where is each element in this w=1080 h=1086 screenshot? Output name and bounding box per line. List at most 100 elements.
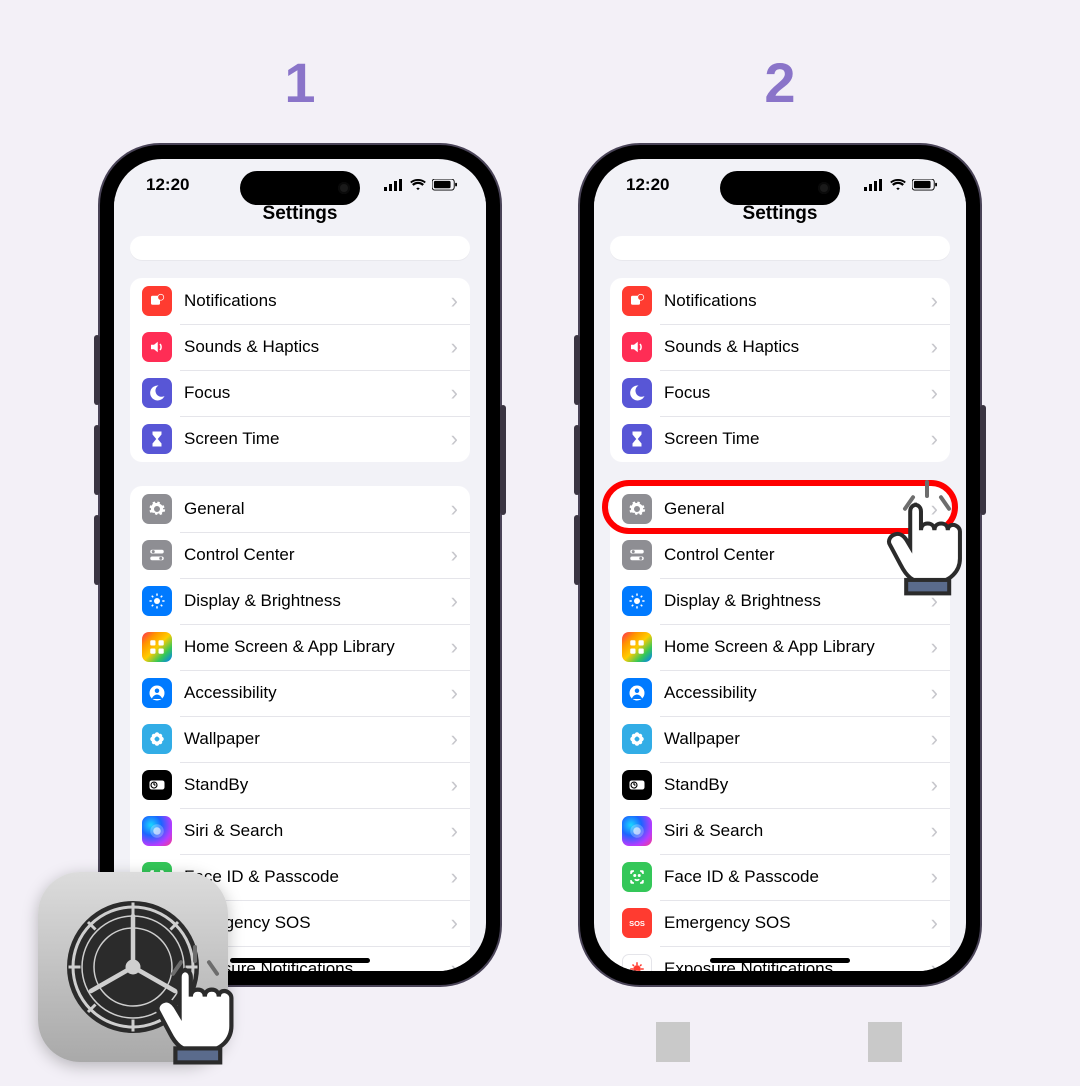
decorative-square (656, 1022, 690, 1062)
settings-row-siri-search[interactable]: Siri & Search › (130, 808, 470, 854)
settings-app-icon[interactable] (38, 872, 228, 1062)
settings-row-notifications[interactable]: Notifications › (130, 278, 470, 324)
cellular-icon (384, 179, 404, 191)
chevron-right-icon: › (451, 382, 458, 404)
settings-row-label: Sounds & Haptics (664, 337, 931, 357)
chevron-right-icon: › (931, 290, 938, 312)
settings-row-display-brightness[interactable]: Display & Brightness › (130, 578, 470, 624)
settings-row-wallpaper[interactable]: Wallpaper › (130, 716, 470, 762)
settings-row-label: Face ID & Passcode (184, 867, 451, 887)
settings-row-focus[interactable]: Focus › (610, 370, 950, 416)
settings-row-label: Notifications (184, 291, 451, 311)
settings-row-general[interactable]: General › (130, 486, 470, 532)
settings-row-label: Accessibility (184, 683, 451, 703)
home-indicator[interactable] (230, 958, 370, 963)
hourglass-icon (622, 424, 652, 454)
step-number-2: 2 (764, 50, 795, 115)
cellular-icon (864, 179, 884, 191)
speaker-icon (142, 332, 172, 362)
settings-row-wallpaper[interactable]: Wallpaper › (610, 716, 950, 762)
dynamic-island (720, 171, 840, 205)
settings-row-general[interactable]: General › (610, 486, 950, 532)
settings-group-2: General › Control Center › Display & Bri… (610, 486, 950, 971)
bell-badge-icon (622, 286, 652, 316)
settings-row-focus[interactable]: Focus › (130, 370, 470, 416)
chevron-right-icon: › (931, 636, 938, 658)
settings-row-standby[interactable]: StandBy › (610, 762, 950, 808)
phone-frame: 12:20 Settings Notifications › Sounds & … (100, 145, 500, 985)
settings-row-label: Siri & Search (664, 821, 931, 841)
settings-row-label: Screen Time (664, 429, 931, 449)
person-icon (622, 678, 652, 708)
home-indicator[interactable] (710, 958, 850, 963)
settings-row-label: Display & Brightness (184, 591, 451, 611)
settings-row-home-screen-app-library[interactable]: Home Screen & App Library › (130, 624, 470, 670)
chevron-right-icon: › (931, 958, 938, 971)
phone-screen: 12:20 Settings Notifications › Sounds & … (114, 159, 486, 971)
chevron-right-icon: › (451, 498, 458, 520)
settings-row-label: General (664, 499, 931, 519)
settings-row-label: General (184, 499, 451, 519)
settings-row-label: Emergency SOS (664, 913, 931, 933)
gear-icon (142, 494, 172, 524)
sun-icon (142, 586, 172, 616)
clock-icon (142, 770, 172, 800)
settings-row-sounds-haptics[interactable]: Sounds & Haptics › (130, 324, 470, 370)
settings-row-siri-search[interactable]: Siri & Search › (610, 808, 950, 854)
chevron-right-icon: › (451, 728, 458, 750)
settings-row-face-id-passcode[interactable]: Face ID & Passcode › (610, 854, 950, 900)
settings-group-1: Notifications › Sounds & Haptics › Focus… (130, 278, 470, 462)
settings-row-label: Control Center (184, 545, 451, 565)
settings-row-label: StandBy (184, 775, 451, 795)
settings-row-standby[interactable]: StandBy › (130, 762, 470, 808)
settings-row-accessibility[interactable]: Accessibility › (130, 670, 470, 716)
settings-row-control-center[interactable]: Control Center › (610, 532, 950, 578)
chevron-right-icon: › (451, 866, 458, 888)
chevron-right-icon: › (451, 774, 458, 796)
faceid-icon (622, 862, 652, 892)
chevron-right-icon: › (451, 590, 458, 612)
wifi-icon (889, 179, 907, 191)
settings-row-emergency-sos[interactable]: SOS Emergency SOS › (610, 900, 950, 946)
chevron-right-icon: › (931, 590, 938, 612)
person-icon (142, 678, 172, 708)
settings-row-control-center[interactable]: Control Center › (130, 532, 470, 578)
settings-row-display-brightness[interactable]: Display & Brightness › (610, 578, 950, 624)
chevron-right-icon: › (451, 912, 458, 934)
settings-row-label: Control Center (664, 545, 931, 565)
settings-row-screen-time[interactable]: Screen Time › (610, 416, 950, 462)
status-time: 12:20 (626, 175, 669, 195)
gear-icon (622, 494, 652, 524)
settings-row-label: StandBy (664, 775, 931, 795)
siri-icon (142, 816, 172, 846)
dynamic-island (240, 171, 360, 205)
settings-row-label: Home Screen & App Library (184, 637, 451, 657)
settings-row-label: Wallpaper (184, 729, 451, 749)
chevron-right-icon: › (931, 428, 938, 450)
step-number-1: 1 (284, 50, 315, 115)
settings-row-label: Focus (664, 383, 931, 403)
settings-row-home-screen-app-library[interactable]: Home Screen & App Library › (610, 624, 950, 670)
chevron-right-icon: › (931, 774, 938, 796)
settings-row-accessibility[interactable]: Accessibility › (610, 670, 950, 716)
chevron-right-icon: › (451, 958, 458, 971)
phone-screen: 12:20 Settings Notifications › Sounds & … (594, 159, 966, 971)
settings-list[interactable]: Notifications › Sounds & Haptics › Focus… (114, 278, 486, 971)
settings-row-screen-time[interactable]: Screen Time › (130, 416, 470, 462)
search-field[interactable] (130, 236, 470, 260)
clock-icon (622, 770, 652, 800)
settings-list[interactable]: Notifications › Sounds & Haptics › Focus… (594, 278, 966, 971)
chevron-right-icon: › (451, 820, 458, 842)
chevron-right-icon: › (931, 498, 938, 520)
settings-row-label: Wallpaper (664, 729, 931, 749)
hourglass-icon (142, 424, 172, 454)
settings-row-sounds-haptics[interactable]: Sounds & Haptics › (610, 324, 950, 370)
chevron-right-icon: › (451, 636, 458, 658)
settings-row-label: Focus (184, 383, 451, 403)
search-field[interactable] (610, 236, 950, 260)
chevron-right-icon: › (931, 682, 938, 704)
settings-row-label: Sounds & Haptics (184, 337, 451, 357)
sun-icon (622, 586, 652, 616)
settings-row-notifications[interactable]: Notifications › (610, 278, 950, 324)
battery-status-icon (912, 179, 938, 191)
